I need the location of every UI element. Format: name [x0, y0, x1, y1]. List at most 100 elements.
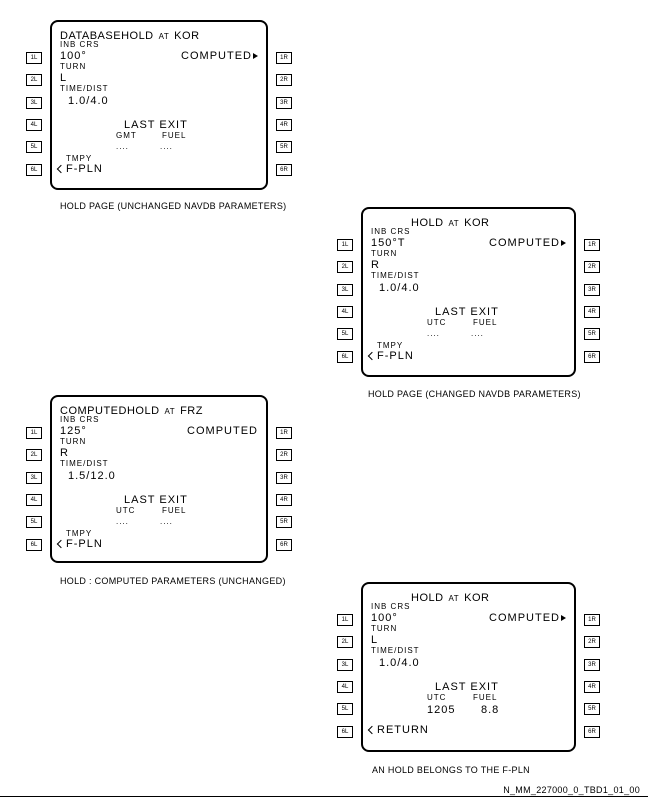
tmpy-label: TMPY — [66, 154, 93, 163]
title-hold: HOLD — [126, 405, 160, 417]
lsk-4l-button[interactable]: 4L — [337, 681, 353, 693]
last-exit-label: LAST EXIT — [435, 306, 499, 318]
lsk-1r-button[interactable]: 1R — [276, 427, 292, 439]
lsk-4r-button[interactable]: 4R — [584, 681, 600, 693]
column-1-value: 1205 — [427, 704, 456, 716]
last-exit-label: LAST EXIT — [435, 681, 499, 693]
column-2-label: FUEL — [473, 318, 498, 327]
lsk-2r-button[interactable]: 2R — [584, 636, 600, 648]
lsk-3r-button[interactable]: 3R — [276, 472, 292, 484]
figure-caption: AN HOLD BELONGS TO THE F-PLN — [372, 765, 530, 775]
lsk-6l-button[interactable]: 6L — [26, 164, 42, 176]
footer-divider — [0, 796, 648, 797]
lsk-3l-button[interactable]: 3L — [26, 472, 42, 484]
inb-crs-value: 100° — [371, 612, 398, 624]
title-at: AT — [448, 219, 460, 228]
lsk-5r-button[interactable]: 5R — [584, 703, 600, 715]
last-exit-label: LAST EXIT — [124, 119, 188, 131]
lsk-6r-button[interactable]: 6R — [276, 539, 292, 551]
column-2-value: 8.8 — [481, 704, 500, 716]
lsk-4r-button[interactable]: 4R — [276, 119, 292, 131]
computed-prompt[interactable]: COMPUTED — [181, 50, 258, 62]
mcdu-screen: DATABASEHOLD AT KOR INB CRS 100° COMPUTED TU… — [50, 20, 268, 190]
lsk-6l-button[interactable]: 6L — [26, 539, 42, 551]
title-hold: HOLD — [121, 30, 154, 42]
title-waypoint: FRZ — [180, 405, 203, 417]
title-at: AT — [164, 407, 176, 416]
lsk-5l-button[interactable]: 5L — [337, 703, 353, 715]
lsk-3l-button[interactable]: 3L — [337, 284, 353, 296]
lsk-2r-button[interactable]: 2R — [584, 261, 600, 273]
mcdu-unit: 1L 2L 3L 4L 5L 6L 1R 2R 3R 4R 5R 6R COMPUTEDHOLD AT … — [26, 395, 292, 563]
column-2-label: FUEL — [162, 131, 187, 140]
lsk-1r-button[interactable]: 1R — [584, 614, 600, 626]
lsk-2r-button[interactable]: 2R — [276, 449, 292, 461]
lsk-2r-button[interactable]: 2R — [276, 74, 292, 86]
lsk-6r-button[interactable]: 6R — [584, 726, 600, 738]
lsk-4l-button[interactable]: 4L — [337, 306, 353, 318]
time-dist-label: TIME/DIST — [60, 84, 109, 93]
right-arrow-icon — [253, 53, 258, 60]
lsk-1l-button[interactable]: 1L — [337, 614, 353, 626]
turn-value: L — [371, 634, 379, 646]
inb-crs-label: INB CRS — [371, 602, 411, 611]
column-1-value: .... — [116, 142, 129, 151]
f-pln-prompt[interactable]: F-PLN — [56, 538, 103, 550]
f-pln-prompt[interactable]: F-PLN — [56, 163, 103, 175]
lsk-1r-button[interactable]: 1R — [584, 239, 600, 251]
lsk-3r-button[interactable]: 3R — [584, 284, 600, 296]
return-prompt[interactable]: RETURN — [367, 724, 429, 736]
computed-prompt[interactable]: COMPUTED — [489, 612, 566, 624]
lsk-6r-button[interactable]: 6R — [584, 351, 600, 363]
turn-label: TURN — [60, 437, 87, 446]
prompt-label: F-PLN — [66, 538, 103, 550]
lsk-1r-button[interactable]: 1R — [276, 52, 292, 64]
lsk-1l-button[interactable]: 1L — [26, 52, 42, 64]
lsk-2l-button[interactable]: 2L — [26, 74, 42, 86]
lsk-4r-button[interactable]: 4R — [276, 494, 292, 506]
column-2-value: .... — [471, 329, 484, 338]
lsk-5l-button[interactable]: 5L — [26, 141, 42, 153]
lsk-4r-button[interactable]: 4R — [584, 306, 600, 318]
right-arrow-icon — [561, 615, 566, 622]
mcdu-screen: COMPUTEDHOLD AT FRZ INB CRS 125° COMPUTED TU… — [50, 395, 268, 563]
lsk-5r-button[interactable]: 5R — [276, 516, 292, 528]
lsk-3r-button[interactable]: 3R — [584, 659, 600, 671]
column-2-label: FUEL — [473, 693, 498, 702]
lsk-3r-button[interactable]: 3R — [276, 97, 292, 109]
lsk-1l-button[interactable]: 1L — [26, 427, 42, 439]
page-title: HOLD AT KOR — [411, 588, 489, 606]
column-1-value: .... — [116, 517, 129, 526]
inb-crs-value: 150°T — [371, 237, 406, 249]
figure-caption: HOLD PAGE (CHANGED NAVDB PARAMETERS) — [368, 389, 581, 399]
lsk-2l-button[interactable]: 2L — [337, 261, 353, 273]
right-arrow-icon — [561, 240, 566, 247]
lsk-5r-button[interactable]: 5R — [276, 141, 292, 153]
lsk-6r-button[interactable]: 6R — [276, 164, 292, 176]
computed-label: COMPUTED — [181, 50, 252, 62]
lsk-5l-button[interactable]: 5L — [26, 516, 42, 528]
lsk-4l-button[interactable]: 4L — [26, 119, 42, 131]
computed-label: COMPUTED — [489, 237, 560, 249]
lsk-2l-button[interactable]: 2L — [26, 449, 42, 461]
lsk-3l-button[interactable]: 3L — [337, 659, 353, 671]
time-dist-value: 1.5/12.0 — [68, 470, 116, 482]
column-2-value: .... — [160, 142, 173, 151]
turn-value: R — [371, 259, 380, 271]
left-arrow-icon — [367, 725, 377, 735]
computed-prompt[interactable]: COMPUTED — [489, 237, 566, 249]
lsk-5r-button[interactable]: 5R — [584, 328, 600, 340]
f-pln-prompt[interactable]: F-PLN — [367, 350, 414, 362]
lsk-5l-button[interactable]: 5L — [337, 328, 353, 340]
lsk-3l-button[interactable]: 3L — [26, 97, 42, 109]
computed-label: COMPUTED — [489, 612, 560, 624]
mcdu-screen: HOLD AT KOR INB CRS 150°T COMPUTED TURN R TIME… — [361, 207, 576, 377]
lsk-2l-button[interactable]: 2L — [337, 636, 353, 648]
computed-prompt[interactable]: COMPUTED — [187, 425, 258, 437]
prompt-label: F-PLN — [377, 350, 414, 362]
lsk-6l-button[interactable]: 6L — [337, 351, 353, 363]
lsk-6l-button[interactable]: 6L — [337, 726, 353, 738]
column-1-value: .... — [427, 329, 440, 338]
lsk-1l-button[interactable]: 1L — [337, 239, 353, 251]
lsk-4l-button[interactable]: 4L — [26, 494, 42, 506]
